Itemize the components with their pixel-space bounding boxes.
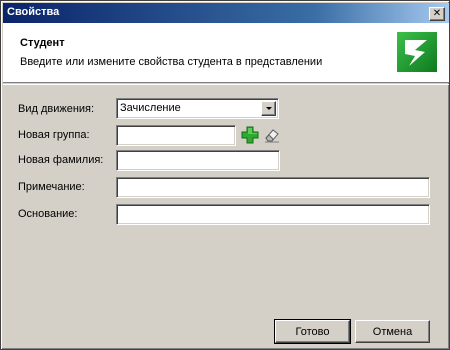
- new-surname-input[interactable]: [116, 150, 280, 171]
- movement-select[interactable]: Зачисление: [116, 98, 279, 119]
- ok-button[interactable]: Готово: [274, 319, 351, 344]
- new-group-label: Новая группа:: [18, 129, 90, 141]
- basis-input[interactable]: [116, 204, 430, 225]
- cancel-button[interactable]: Отмена: [355, 320, 430, 343]
- header-separator: [3, 84, 449, 85]
- basis-label: Основание:: [18, 208, 78, 220]
- new-group-input[interactable]: [116, 125, 236, 146]
- window-title: Свойства: [7, 6, 60, 18]
- header-subtitle: Введите или измените свойства студента в…: [20, 56, 323, 68]
- header-panel: Студент Введите или измените свойства ст…: [3, 23, 449, 83]
- eraser-icon[interactable]: [263, 126, 281, 144]
- close-button[interactable]: ✕: [429, 7, 445, 21]
- green-plus-icon[interactable]: [241, 126, 259, 144]
- movement-label: Вид движения:: [18, 103, 95, 115]
- note-input[interactable]: [116, 177, 430, 198]
- title-bar[interactable]: Свойства ✕: [3, 3, 449, 23]
- new-surname-label: Новая фамилия:: [18, 154, 104, 166]
- chevron-down-icon: [265, 107, 272, 110]
- green-lightning-logo-icon: [397, 32, 437, 72]
- close-icon: ✕: [432, 8, 442, 19]
- header-title: Студент: [20, 37, 65, 49]
- movement-select-value: Зачисление: [120, 102, 181, 114]
- dropdown-button[interactable]: [261, 101, 276, 116]
- note-label: Примечание:: [18, 181, 85, 193]
- properties-dialog: Свойства ✕ Студент Введите или измените …: [0, 0, 450, 350]
